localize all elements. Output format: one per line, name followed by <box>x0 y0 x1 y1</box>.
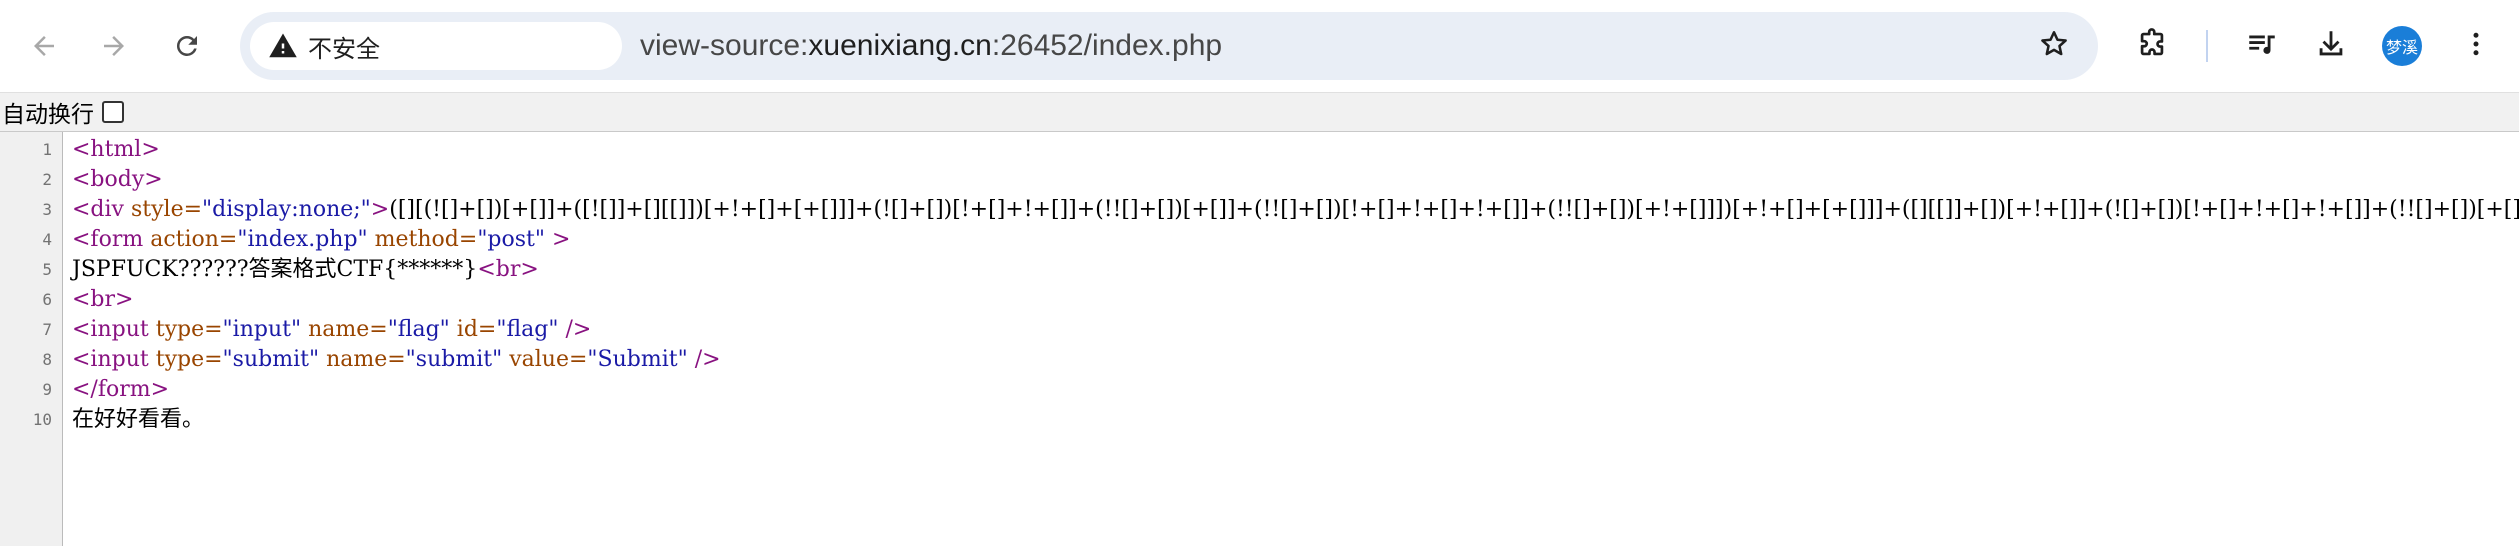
security-label: 不安全 <box>308 34 380 63</box>
source-line: 9 </form> <box>0 375 2519 405</box>
line-content: <br> <box>72 285 133 315</box>
html-tag: <html> <box>72 137 160 162</box>
media-button[interactable] <box>2238 22 2286 70</box>
url-text[interactable]: view-source:xuenixiang.cn:26452/index.ph… <box>640 12 1222 80</box>
source-line: 6 <br> <box>0 285 2519 315</box>
omnibox[interactable]: 不安全 view-source:xuenixiang.cn:26452/inde… <box>240 12 2098 80</box>
line-wrap-label: 自动换行 <box>2 102 94 128</box>
line-content: <input type="submit" name="submit" value… <box>72 345 721 375</box>
html-attribute-value: "flag" <box>496 317 559 342</box>
url-host: xuenixiang.cn <box>808 29 992 62</box>
warning-triangle-icon <box>268 31 298 61</box>
html-tag: /> <box>558 317 592 342</box>
source-line: 8 <input type="submit" name="submit" val… <box>0 345 2519 375</box>
source-line: 1 <html> <box>0 135 2519 165</box>
source-line: 10 在好好看看。 <box>0 405 2519 435</box>
url-scheme: view-source: <box>640 29 809 62</box>
html-attribute: type= <box>155 317 223 342</box>
line-content: <body> <box>72 165 163 195</box>
extensions-button[interactable] <box>2128 22 2176 70</box>
line-number: 5 <box>42 260 52 279</box>
html-attribute-value: "index.php" <box>237 227 368 252</box>
html-tag: <div <box>72 197 131 222</box>
star-icon <box>2038 28 2070 64</box>
media-queue-icon <box>2245 27 2279 65</box>
html-attribute-value: "submit" <box>405 347 503 372</box>
line-content: <html> <box>72 135 160 165</box>
line-content: <div style="display:none;">([][(![]+[])[… <box>72 195 2519 225</box>
html-tag: > <box>370 197 390 222</box>
html-attribute: action= <box>150 227 238 252</box>
puzzle-icon <box>2135 27 2169 65</box>
reload-icon <box>172 31 202 61</box>
source-line: 5 JSPFUCK??????答案格式CTF{******}<br> <box>0 255 2519 285</box>
source-line: 4 <form action="index.php" method="post"… <box>0 225 2519 255</box>
line-content: 在好好看看。 <box>72 405 204 435</box>
line-content: <input type="input" name="flag" id="flag… <box>72 315 591 345</box>
line-number: 9 <box>42 380 52 399</box>
line-number: 2 <box>42 170 52 189</box>
line-content: JSPFUCK??????答案格式CTF{******}<br> <box>72 255 539 285</box>
line-wrap-checkbox[interactable] <box>102 101 124 123</box>
line-content: <form action="index.php" method="post" > <box>72 225 570 255</box>
html-tag: <br> <box>477 257 539 282</box>
page-text: 在好好看看。 <box>72 407 205 432</box>
line-content: </form> <box>72 375 169 405</box>
line-number: 1 <box>42 140 52 159</box>
line-number: 10 <box>32 410 52 429</box>
line-number: 8 <box>42 350 52 369</box>
source-view: 1 <html> 2 <body> 3 <div style="display:… <box>0 132 2519 546</box>
menu-button[interactable] <box>2452 22 2500 70</box>
jsfuck-text: ([][(![]+[])[+[]]+([![]]+[][[]])[+!+[]+[… <box>389 197 2519 222</box>
html-attribute: id= <box>449 317 497 342</box>
html-tag: <form <box>72 227 151 252</box>
html-attribute-value: "display:none;" <box>202 197 371 222</box>
bookmark-button[interactable] <box>2032 24 2076 68</box>
reload-button[interactable] <box>163 22 211 70</box>
kebab-menu-icon <box>2461 29 2491 63</box>
line-number: 4 <box>42 230 52 249</box>
arrow-right-icon <box>99 31 129 61</box>
html-tag: <input <box>72 347 156 372</box>
profile-avatar[interactable]: 梦溪 <box>2382 26 2422 66</box>
security-chip[interactable]: 不安全 <box>250 22 622 70</box>
html-tag: </form> <box>72 377 170 402</box>
source-line: 7 <input type="input" name="flag" id="fl… <box>0 315 2519 345</box>
line-number: 6 <box>42 290 52 309</box>
source-line: 3 <div style="display:none;">([][(![]+[]… <box>0 195 2519 225</box>
forward-button[interactable] <box>90 22 138 70</box>
html-attribute-value: "input" <box>222 317 302 342</box>
html-attribute: method= <box>367 227 478 252</box>
line-number: 7 <box>42 320 52 339</box>
page-text: JSPFUCK??????答案格式CTF{******} <box>72 257 478 282</box>
html-attribute: name= <box>301 317 388 342</box>
html-attribute: value= <box>502 347 588 372</box>
html-tag: <input <box>72 317 156 342</box>
html-tag: <br> <box>72 287 134 312</box>
html-attribute-value: "post" <box>477 227 546 252</box>
browser-toolbar: 不安全 view-source:xuenixiang.cn:26452/inde… <box>0 0 2519 93</box>
line-wrap-bar: 自动换行 <box>0 93 2519 132</box>
html-attribute-value: "flag" <box>387 317 450 342</box>
html-attribute: style= <box>130 197 203 222</box>
html-attribute: name= <box>319 347 406 372</box>
html-attribute-value: "submit" <box>222 347 320 372</box>
arrow-left-icon <box>29 31 59 61</box>
html-tag: > <box>545 227 571 252</box>
back-button[interactable] <box>20 22 68 70</box>
source-line: 2 <body> <box>0 165 2519 195</box>
html-attribute: type= <box>155 347 223 372</box>
download-icon <box>2314 27 2348 65</box>
toolbar-separator <box>2206 30 2208 62</box>
html-attribute-value: "Submit" <box>587 347 688 372</box>
html-tag: /> <box>687 347 721 372</box>
html-tag: <body> <box>72 167 163 192</box>
url-path: :26452/index.php <box>991 29 1223 62</box>
downloads-button[interactable] <box>2307 22 2355 70</box>
line-number: 3 <box>42 200 52 219</box>
